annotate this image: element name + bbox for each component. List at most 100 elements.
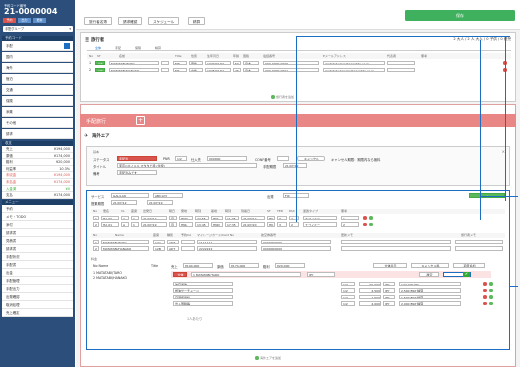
add-air-link[interactable]: 海外エアを追加: [255, 356, 281, 360]
pax-cell-name[interactable]: MATATABI/TARO: [101, 239, 149, 245]
pax-cell-seat[interactable]: 12A: [153, 239, 165, 245]
tab-insurance[interactable]: 保険: [135, 46, 141, 50]
add-icon[interactable]: [489, 282, 493, 286]
air-cell-dow[interactable]: 月: [169, 222, 177, 227]
delete-icon[interactable]: [483, 288, 487, 293]
sidebar-link[interactable]: 請求書: [2, 229, 73, 237]
sidebar-link[interactable]: 添付: [2, 221, 73, 229]
air-cell-dow[interactable]: 月: [169, 215, 177, 221]
badge-reserve[interactable]: 予約: [3, 18, 16, 23]
country-select[interactable]: 日本: [243, 60, 259, 66]
fare-currency[interactable]: JPY: [383, 288, 395, 293]
tab-arrange[interactable]: 手配: [115, 46, 121, 50]
sex-select[interactable]: 男性: [189, 60, 203, 66]
add-traveler-link[interactable]: 旅行者を追加: [271, 95, 294, 99]
fare-currency[interactable]: JPY: [383, 281, 395, 287]
sidebar-link[interactable]: 見積書: [2, 237, 73, 245]
add-icon[interactable]: [489, 301, 493, 306]
add-item-button[interactable]: 項目追加: [453, 263, 485, 268]
sidebar-link[interactable]: 売上確定: [2, 309, 73, 317]
air-cell-adate[interactable]: 21/07/12: [241, 215, 265, 221]
air-cell-type[interactable]: エコノミー: [303, 215, 337, 221]
payer-select[interactable]: 1 MATATABI/TARO: [191, 272, 301, 277]
air-cell-arr[interactable]: 11:05: [225, 215, 239, 221]
add-icon[interactable]: [489, 295, 493, 299]
sidebar-item[interactable]: 宿泊: [2, 74, 73, 84]
add-icon[interactable]: [489, 288, 493, 293]
air-cell-flight[interactable]: HA 01: [101, 222, 119, 227]
tab-all[interactable]: 全体: [95, 46, 101, 50]
air-cell-st[interactable]: HK: [267, 215, 275, 221]
update-memo-input[interactable]: [341, 246, 451, 251]
sidebar-item[interactable]: 国内: [2, 52, 73, 62]
date-from-input[interactable]: 21/07/12: [111, 200, 137, 205]
toolbar-button-schedule[interactable]: スケジュール: [148, 17, 180, 25]
dob-input[interactable]: 1975/01/01: [205, 67, 231, 73]
check-icon[interactable]: ✔: [463, 272, 470, 277]
air-cell-seat[interactable]: 1: [131, 215, 139, 221]
date-to-input[interactable]: 21/07/19: [147, 200, 173, 205]
air-cell-arr[interactable]: 17:35: [225, 222, 239, 227]
fare-item-input[interactable]: 燃油サーチャージ: [173, 288, 233, 293]
toolbar-button-settle[interactable]: 精算: [188, 17, 206, 25]
fare-price[interactable]: 90,000: [359, 281, 381, 287]
title-input[interactable]: MS: [173, 67, 187, 73]
currency-select[interactable]: JPY: [307, 272, 335, 277]
air-cell-from[interactable]: HNL: [179, 222, 193, 227]
title-input[interactable]: MR: [173, 60, 187, 66]
air-cell-st[interactable]: HK: [267, 222, 275, 227]
sex-select[interactable]: 女性: [189, 67, 203, 73]
group-select[interactable]: 手配グループ ▾: [3, 26, 73, 32]
delete-icon[interactable]: [363, 222, 367, 227]
sidebar-link[interactable]: 出発確認: [2, 293, 73, 301]
cancel-fee-button[interactable]: キャンセル料: [411, 263, 449, 268]
air-cell-adate[interactable]: 21/07/20: [241, 222, 265, 227]
delete-icon[interactable]: [483, 282, 487, 286]
add-icon[interactable]: [369, 222, 373, 227]
sidebar-item[interactable]: 交通: [2, 85, 73, 95]
search-icon[interactable]: [161, 67, 169, 73]
service-select[interactable]: GAL/LAO: [111, 193, 149, 198]
sidebar-link[interactable]: 手配書: [2, 261, 73, 269]
dob-input[interactable]: 1970/01/01: [205, 60, 231, 66]
air-cell-pax[interactable]: 2: [289, 215, 299, 221]
traveler-memo-input[interactable]: [455, 239, 503, 245]
confirm-button[interactable]: 確定: [419, 272, 439, 277]
status-ok[interactable]: OK: [95, 60, 105, 66]
air-cell-to[interactable]: HND: [211, 222, 223, 227]
country-select[interactable]: 日本: [243, 67, 259, 73]
sidebar-link[interactable]: 手配状況: [2, 253, 73, 261]
air-cell-ter[interactable]: 3: [277, 222, 287, 227]
fare-price[interactable]: 1,500: [359, 294, 381, 300]
sidebar-link[interactable]: 取消処理: [2, 301, 73, 309]
sidebar-link[interactable]: 請求書: [2, 245, 73, 253]
remarks-input[interactable]: 手配済みです: [117, 170, 157, 175]
sidebar-link[interactable]: 手配管理: [2, 277, 73, 285]
save-button[interactable]: 保存: [405, 10, 515, 21]
pax-cell-ca[interactable]: [181, 246, 195, 251]
tel-input[interactable]: 090-0000-0001: [263, 67, 319, 73]
air-cell-no[interactable]: 1: [93, 215, 99, 221]
air-cell-dep[interactable]: 22:55: [195, 215, 209, 221]
delete-icon[interactable]: [363, 216, 367, 220]
show-all-button[interactable]: 全体表示: [373, 263, 407, 268]
sidebar-item[interactable]: 保険: [2, 96, 73, 106]
status-ok[interactable]: OK: [95, 67, 105, 73]
email-input[interactable]: matatabi-hanako@agentdx.co.jp: [323, 67, 385, 73]
air-cell-from[interactable]: HND: [179, 215, 193, 221]
fare-item-input[interactable]: 空港使用料: [173, 294, 233, 300]
title-input[interactable]: 東京⇔ホノルル マタタビ様 (往復): [117, 163, 257, 168]
update-memo-input[interactable]: [341, 239, 451, 245]
confirm-checkbox[interactable]: [277, 156, 289, 161]
add-icon[interactable]: [369, 216, 373, 220]
air-cell-note[interactable]: 2: [341, 222, 359, 227]
sidebar-link[interactable]: 手配出力: [2, 285, 73, 293]
tab-settlement[interactable]: 精算: [155, 46, 161, 50]
pax-cell-type[interactable]: ADT: [167, 239, 179, 245]
air-cell-date[interactable]: 21/07/12: [141, 215, 167, 221]
sidebar-link[interactable]: 出金: [2, 269, 73, 277]
badge-output[interactable]: 出力: [18, 18, 31, 23]
dates-input[interactable]: 21/07/12: [283, 163, 307, 168]
pax-cell-name[interactable]: MATATABI/HANAKO: [101, 246, 149, 251]
pax-cell-ticket[interactable]: 0000000000: [261, 239, 331, 245]
